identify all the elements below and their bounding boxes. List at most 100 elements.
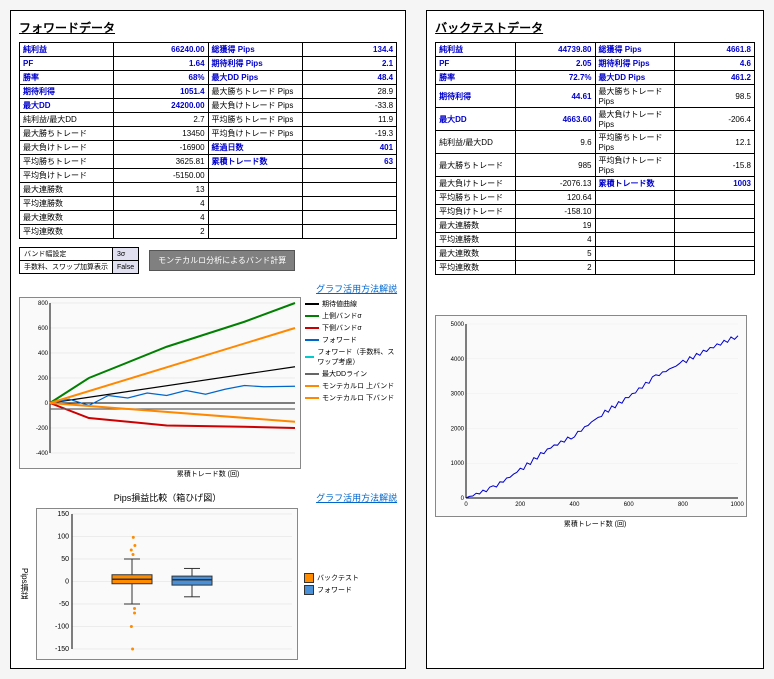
stat-label: 平均連敗数 bbox=[20, 225, 114, 239]
stat-label: 最大DD Pips bbox=[208, 71, 302, 85]
stat-label: 純利益 bbox=[20, 43, 114, 57]
backtest-xlabel: 累積トレード数 (回) bbox=[435, 519, 755, 529]
montecarlo-button[interactable]: モンテカルロ分析によるバンド計算 bbox=[149, 250, 295, 271]
svg-text:-50: -50 bbox=[59, 601, 69, 608]
forward-stats-table: 純利益66240.00総獲得 Pips134.4PF1.64期待利得 Pips2… bbox=[19, 42, 397, 239]
legend-item: 最大DDライン bbox=[305, 369, 397, 379]
svg-text:5000: 5000 bbox=[451, 322, 465, 328]
stat-value: 98.5 bbox=[675, 85, 755, 108]
stat-label bbox=[595, 205, 675, 219]
stat-value: 28.9 bbox=[302, 85, 396, 99]
stat-value: 72.7% bbox=[515, 71, 595, 85]
stat-label: 最大DD bbox=[436, 108, 516, 131]
stat-label: 勝率 bbox=[20, 71, 114, 85]
stat-value: 4663.60 bbox=[515, 108, 595, 131]
stat-label: 最大DD bbox=[20, 99, 114, 113]
backtest-title: バックテストデータ bbox=[435, 19, 755, 36]
stat-value: 2 bbox=[114, 225, 208, 239]
stat-value: 120.64 bbox=[515, 191, 595, 205]
stat-value bbox=[302, 211, 396, 225]
svg-text:100: 100 bbox=[57, 534, 69, 541]
stat-value: 19 bbox=[515, 219, 595, 233]
forward-band-chart: -400-2000200400600800 bbox=[19, 297, 301, 469]
stat-value: 2 bbox=[515, 261, 595, 275]
stat-label: 平均負けトレード bbox=[20, 169, 114, 183]
boxplot-ylabel: Pips損益 bbox=[19, 568, 30, 600]
stat-value: 44739.80 bbox=[515, 43, 595, 57]
stat-label: PF bbox=[20, 57, 114, 71]
svg-text:600: 600 bbox=[624, 502, 635, 508]
stat-value: 4 bbox=[515, 233, 595, 247]
stat-value bbox=[675, 247, 755, 261]
stat-value: 4.6 bbox=[675, 57, 755, 71]
legend-item: モンテカルロ 下バンド bbox=[305, 393, 397, 403]
stat-value: 985 bbox=[515, 154, 595, 177]
legend-item: モンテカルロ 上バンド bbox=[305, 381, 397, 391]
chart-help-link-2[interactable]: グラフ活用方法解説 bbox=[316, 491, 397, 504]
stat-label: 最大DD Pips bbox=[595, 71, 675, 85]
svg-text:-150: -150 bbox=[55, 646, 69, 653]
backtest-stats-table: 純利益44739.80総獲得 Pips4661.8PF2.05期待利得 Pips… bbox=[435, 42, 755, 275]
stat-label: 最大連敗数 bbox=[20, 211, 114, 225]
stat-label bbox=[208, 197, 302, 211]
stat-value bbox=[302, 183, 396, 197]
stat-label: 総獲得 Pips bbox=[208, 43, 302, 57]
stat-value: 401 bbox=[302, 141, 396, 155]
stat-label: 期待利得 bbox=[436, 85, 516, 108]
cfg-label: バンド幅設定 bbox=[20, 248, 113, 261]
stat-label bbox=[595, 261, 675, 275]
cfg-value: False bbox=[113, 261, 139, 274]
stat-label bbox=[208, 183, 302, 197]
svg-text:800: 800 bbox=[678, 502, 689, 508]
band-xlabel: 累積トレード数 (回) bbox=[19, 469, 397, 479]
svg-text:4000: 4000 bbox=[451, 357, 465, 363]
forward-title: フォワードデータ bbox=[19, 19, 397, 36]
stat-value: 4 bbox=[114, 197, 208, 211]
stat-value bbox=[302, 169, 396, 183]
stat-value: 11.9 bbox=[302, 113, 396, 127]
forward-panel: フォワードデータ 純利益66240.00総獲得 Pips134.4PF1.64期… bbox=[10, 10, 406, 669]
stat-value: -2076.13 bbox=[515, 177, 595, 191]
stat-label: 最大勝ちトレード bbox=[20, 127, 114, 141]
stat-value: -16900 bbox=[114, 141, 208, 155]
stat-value: 13 bbox=[114, 183, 208, 197]
svg-text:2000: 2000 bbox=[451, 426, 465, 432]
stat-value: 66240.00 bbox=[114, 43, 208, 57]
stat-label: 期待利得 bbox=[20, 85, 114, 99]
stat-value bbox=[675, 191, 755, 205]
stat-value: -158.10 bbox=[515, 205, 595, 219]
stat-label: 純利益 bbox=[436, 43, 516, 57]
stat-value: 1051.4 bbox=[114, 85, 208, 99]
stat-label: 平均勝ちトレード Pips bbox=[208, 113, 302, 127]
stat-label bbox=[595, 191, 675, 205]
svg-text:600: 600 bbox=[38, 326, 49, 332]
svg-text:1000: 1000 bbox=[451, 461, 465, 467]
stat-label: 最大勝ちトレード bbox=[436, 154, 516, 177]
stat-label: 平均勝ちトレード Pips bbox=[595, 131, 675, 154]
stat-value: 4 bbox=[114, 211, 208, 225]
svg-text:3000: 3000 bbox=[451, 392, 465, 398]
stat-label: 最大負けトレード Pips bbox=[595, 108, 675, 131]
stat-value: 63 bbox=[302, 155, 396, 169]
stat-value: 2.1 bbox=[302, 57, 396, 71]
stat-label: 純利益/最大DD bbox=[436, 131, 516, 154]
stat-label: 純利益/最大DD bbox=[20, 113, 114, 127]
stat-label: 平均勝ちトレード bbox=[20, 155, 114, 169]
settings-row: バンド幅設定3σ手数料、スワップ加算表示False モンテカルロ分析によるバンド… bbox=[19, 247, 397, 274]
stat-value: 68% bbox=[114, 71, 208, 85]
svg-text:1000: 1000 bbox=[731, 502, 745, 508]
svg-text:200: 200 bbox=[515, 502, 526, 508]
stat-label: 経過日数 bbox=[208, 141, 302, 155]
stat-value: 24200.00 bbox=[114, 99, 208, 113]
stat-label: 期待利得 Pips bbox=[595, 57, 675, 71]
stat-value: 12.1 bbox=[675, 131, 755, 154]
stat-label: 最大負けトレード bbox=[436, 177, 516, 191]
legend-item: フォワード（手数料、スワップ考慮） bbox=[305, 347, 397, 367]
legend-item: バックテスト bbox=[304, 573, 359, 583]
stat-label: 平均連勝数 bbox=[20, 197, 114, 211]
stat-value: 9.6 bbox=[515, 131, 595, 154]
stat-label: 平均負けトレード bbox=[436, 205, 516, 219]
chart-help-link-1[interactable]: グラフ活用方法解説 bbox=[19, 282, 397, 295]
stat-value: 48.4 bbox=[302, 71, 396, 85]
band-chart-legend: 期待値曲線上側バンドσ下側バンドσフォワードフォワード（手数料、スワップ考慮）最… bbox=[305, 297, 397, 469]
